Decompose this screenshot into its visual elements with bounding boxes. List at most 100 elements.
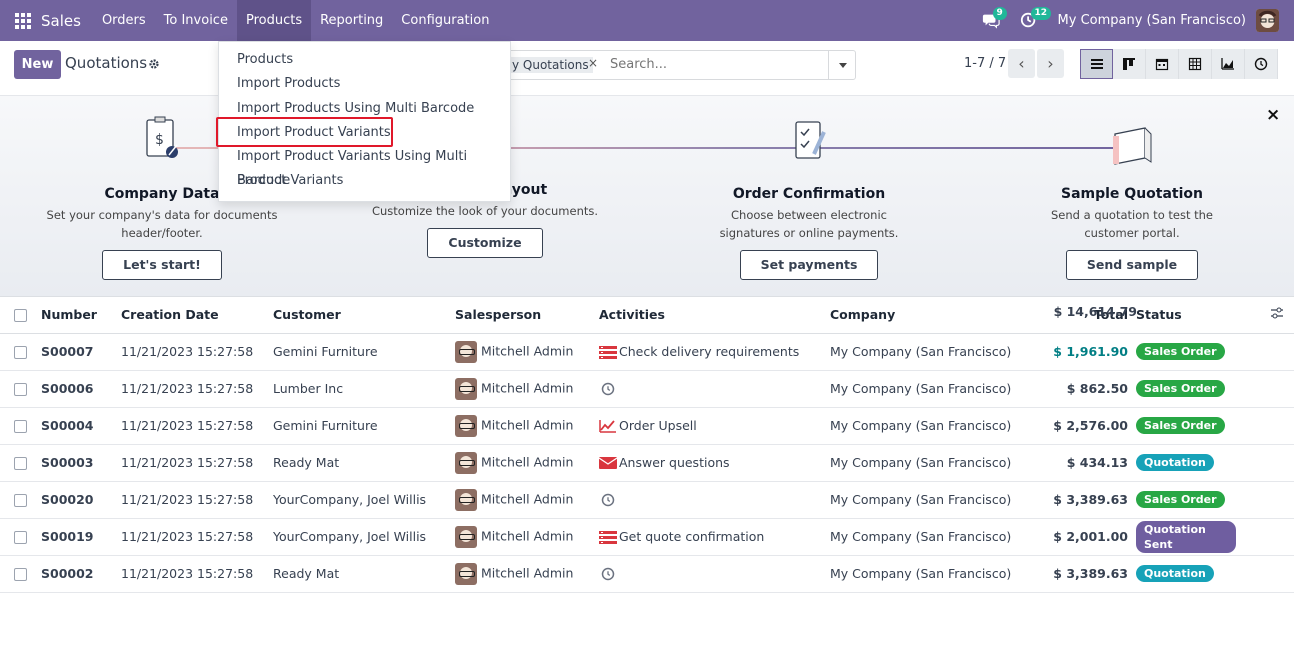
column-creation-date[interactable]: Creation Date bbox=[121, 297, 273, 334]
envelope-icon[interactable] bbox=[599, 455, 619, 470]
list-view-button[interactable] bbox=[1080, 49, 1113, 79]
clock-icon bbox=[1254, 57, 1268, 71]
app-name[interactable]: Sales bbox=[41, 12, 81, 30]
pivot-view-button[interactable] bbox=[1179, 49, 1212, 79]
row-total: $ 1,961.90 bbox=[1030, 333, 1136, 371]
status-badge: Sales Order bbox=[1136, 380, 1225, 397]
menu-reporting[interactable]: Reporting bbox=[311, 0, 392, 41]
row-salesperson: Mitchell Admin bbox=[481, 454, 574, 469]
row-salesperson: Mitchell Admin bbox=[481, 417, 574, 432]
table-row[interactable]: S00002 11/21/2023 15:27:58 Ready Mat Mitche… bbox=[0, 555, 1294, 593]
invoice-icon: $ bbox=[146, 116, 178, 158]
column-salesperson[interactable]: Salesperson bbox=[455, 297, 599, 334]
row-customer: Ready Mat bbox=[273, 444, 455, 482]
grand-total: $ 14,614.79 bbox=[1053, 304, 1137, 319]
menu-item-import-products[interactable]: Import Products bbox=[219, 72, 510, 96]
pager-value[interactable]: 1-7 / 7 bbox=[964, 56, 1006, 71]
menu-item-import-product-variants-multi-barcode[interactable]: Import Product Variants Using Multi Barc… bbox=[219, 145, 510, 188]
pager-previous-button[interactable]: ‹ bbox=[1008, 49, 1035, 78]
column-company[interactable]: Company bbox=[830, 297, 1030, 334]
row-total: $ 2,001.00 bbox=[1030, 518, 1136, 556]
highlight-box bbox=[216, 117, 393, 147]
step-title: Order Confirmation bbox=[732, 186, 886, 202]
row-number: S00004 bbox=[41, 407, 121, 445]
salesperson-avatar bbox=[455, 562, 477, 585]
search-input[interactable] bbox=[610, 57, 820, 72]
pager-next-button[interactable]: › bbox=[1037, 49, 1064, 78]
row-checkbox[interactable] bbox=[14, 420, 27, 433]
row-activity: Get quote confirmation bbox=[619, 528, 765, 544]
kanban-view-button[interactable] bbox=[1113, 49, 1146, 79]
checklist-icon bbox=[795, 121, 826, 159]
search-options-toggle[interactable] bbox=[828, 51, 855, 79]
new-button[interactable]: New bbox=[14, 50, 61, 79]
table-row[interactable]: S00019 11/21/2023 15:27:58 YourCompany, Jo… bbox=[0, 518, 1294, 556]
row-total: $ 3,389.63 bbox=[1030, 481, 1136, 519]
company-switcher[interactable]: My Company (San Francisco) bbox=[1058, 13, 1246, 28]
activities-count-badge: 12 bbox=[1030, 6, 1052, 20]
clock-icon[interactable] bbox=[599, 566, 619, 581]
row-company: My Company (San Francisco) bbox=[830, 370, 1030, 408]
row-number: S00002 bbox=[41, 555, 121, 593]
row-salesperson: Mitchell Admin bbox=[481, 565, 574, 580]
onboarding-panel: × $ Company Data Set your company's data… bbox=[0, 96, 1294, 297]
row-customer: YourCompany, Joel Willis bbox=[273, 481, 455, 519]
column-number[interactable]: Number bbox=[41, 297, 121, 334]
clock-icon[interactable] bbox=[599, 381, 619, 396]
select-all-checkbox[interactable] bbox=[14, 309, 27, 323]
todo-icon[interactable] bbox=[599, 344, 619, 360]
menu-to-invoice[interactable]: To Invoice bbox=[155, 0, 237, 41]
column-activities[interactable]: Activities bbox=[599, 297, 830, 334]
salesperson-avatar bbox=[455, 340, 477, 363]
envelope-package-icon bbox=[1113, 127, 1152, 165]
close-icon[interactable]: × bbox=[1266, 105, 1280, 125]
menu-configuration[interactable]: Configuration bbox=[392, 0, 498, 41]
table-row[interactable]: S00006 11/21/2023 15:27:58 Lumber Inc Mitch… bbox=[0, 370, 1294, 408]
graph-view-button[interactable] bbox=[1212, 49, 1245, 79]
set-payments-button[interactable]: Set payments bbox=[739, 250, 879, 280]
activities-button[interactable]: 12 bbox=[1020, 6, 1052, 31]
step-description: Customize the look of your documents. bbox=[371, 204, 599, 218]
remove-facet-icon[interactable]: × bbox=[588, 56, 598, 70]
row-checkbox[interactable] bbox=[14, 346, 27, 359]
send-sample-button[interactable]: Send sample bbox=[1065, 250, 1199, 280]
table-row[interactable]: S00004 11/21/2023 15:27:58 Gemini Furnitur… bbox=[0, 407, 1294, 445]
row-salesperson: Mitchell Admin bbox=[481, 343, 574, 358]
customize-button[interactable]: Customize bbox=[427, 228, 543, 258]
lets-start-button[interactable]: Let's start! bbox=[102, 250, 222, 280]
row-total: $ 862.50 bbox=[1030, 370, 1136, 408]
user-avatar[interactable] bbox=[1256, 9, 1279, 32]
optional-columns-icon[interactable] bbox=[1270, 307, 1284, 319]
table-row[interactable]: S00003 11/21/2023 15:27:58 Ready Mat Mitche… bbox=[0, 444, 1294, 482]
row-salesperson: Mitchell Admin bbox=[481, 528, 574, 543]
clock-icon[interactable] bbox=[599, 492, 619, 507]
column-customer[interactable]: Customer bbox=[273, 297, 455, 334]
step-description: Choose between electronic signatures or … bbox=[719, 208, 899, 240]
menu-item-products[interactable]: Products bbox=[219, 48, 510, 72]
menu-orders[interactable]: Orders bbox=[93, 0, 155, 41]
menu-products[interactable]: Products bbox=[236, 0, 312, 41]
step-sample-quotation: Sample Quotation Send a quotation to tes… bbox=[1012, 114, 1252, 280]
table-row[interactable]: S00007 11/21/2023 15:27:58 Gemini Furnitur… bbox=[0, 333, 1294, 371]
calendar-view-button[interactable] bbox=[1146, 49, 1179, 79]
view-switcher bbox=[1080, 49, 1278, 79]
row-checkbox[interactable] bbox=[14, 531, 27, 544]
chart-icon[interactable] bbox=[599, 418, 619, 433]
apps-grid-icon[interactable] bbox=[15, 12, 31, 29]
quotations-list: Number Creation Date Customer Salesperso… bbox=[0, 297, 1294, 593]
row-checkbox[interactable] bbox=[14, 494, 27, 507]
row-checkbox[interactable] bbox=[14, 568, 27, 581]
todo-icon[interactable] bbox=[599, 529, 619, 545]
column-status[interactable]: Status bbox=[1136, 297, 1236, 334]
row-checkbox[interactable] bbox=[14, 383, 27, 396]
gear-icon[interactable] bbox=[148, 58, 160, 70]
row-checkbox[interactable] bbox=[14, 457, 27, 470]
status-badge: Quotation Sent bbox=[1136, 520, 1236, 553]
row-company: My Company (San Francisco) bbox=[830, 518, 1030, 556]
menu-item-product-variants[interactable]: Product Variants bbox=[219, 169, 510, 193]
table-row[interactable]: S00020 11/21/2023 15:27:58 YourCompany, Jo… bbox=[0, 481, 1294, 519]
activity-view-button[interactable] bbox=[1245, 49, 1278, 79]
step-description: Send a quotation to test the customer po… bbox=[1051, 208, 1213, 240]
row-salesperson: Mitchell Admin bbox=[481, 491, 574, 506]
messages-button[interactable]: 9 bbox=[982, 6, 1007, 31]
